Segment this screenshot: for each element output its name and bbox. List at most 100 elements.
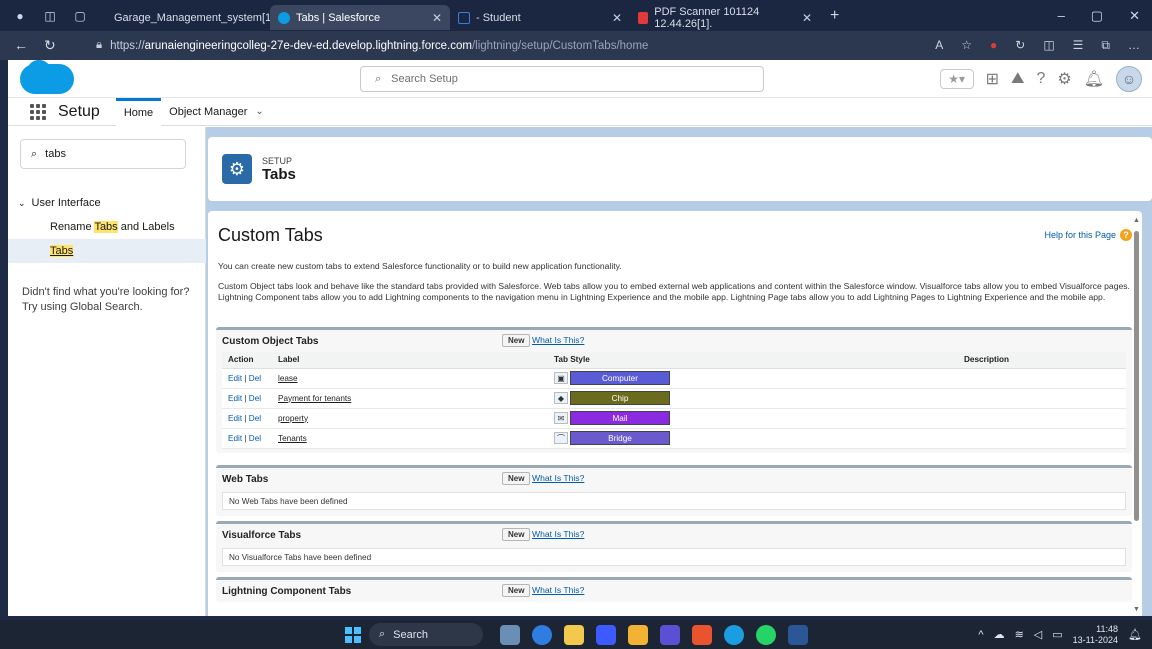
- custom-tabs-content: Custom Tabs Help for this Page ? You can…: [208, 211, 1142, 616]
- favorites-icon[interactable]: ☰: [1073, 38, 1084, 53]
- favorite-star-icon[interactable]: ☆: [961, 38, 972, 53]
- quick-find-input[interactable]: ⌕ tabs: [20, 139, 186, 169]
- battery-icon[interactable]: ▭: [1052, 628, 1062, 641]
- chevron-up-icon[interactable]: ^: [978, 629, 983, 641]
- gear-icon[interactable]: ⚙: [1057, 69, 1071, 89]
- minimize-icon[interactable]: –: [1058, 8, 1065, 24]
- tree-group-user-interface[interactable]: ⌄ User Interface: [8, 191, 206, 215]
- section-header: Visualforce Tabs New What Is This?: [216, 524, 1132, 546]
- what-is-this-link[interactable]: What Is This?: [532, 473, 584, 483]
- copilot-icon[interactable]: [532, 625, 552, 645]
- edit-link[interactable]: Edit: [228, 394, 242, 403]
- profile-icon[interactable]: ●: [12, 8, 28, 24]
- search-setup-input[interactable]: ⌕ Search Setup: [360, 66, 764, 92]
- custom-object-tabs-section: Custom Object Tabs New What Is This? Act…: [216, 327, 1132, 453]
- notification-bell-icon[interactable]: 🔔︎: [1128, 628, 1142, 641]
- edge-browser-icon[interactable]: [724, 625, 744, 645]
- favorites-star-button[interactable]: ★▾: [939, 69, 974, 89]
- avatar[interactable]: ☺: [1116, 66, 1142, 92]
- tab-label-link[interactable]: property: [278, 414, 308, 423]
- split-screen-icon[interactable]: ◫: [1043, 38, 1054, 53]
- settings-more-icon[interactable]: …: [1128, 38, 1140, 53]
- workspaces-icon[interactable]: ◫: [42, 8, 58, 24]
- context-nav: Setup Home Object Manager ⌄: [8, 97, 1152, 126]
- close-icon[interactable]: ✕: [802, 11, 812, 25]
- new-button[interactable]: New: [502, 472, 531, 485]
- tab-style: ◆ Chip: [554, 391, 958, 405]
- notification-bell-icon[interactable]: 🔔︎: [1084, 69, 1104, 89]
- cloud-icon[interactable]: ☁: [994, 628, 1005, 641]
- table-row: Edit | Del property ✉ Mail: [222, 408, 1126, 429]
- help-link-label: Help for this Page: [1044, 230, 1116, 240]
- what-is-this-link[interactable]: What Is This?: [532, 335, 584, 345]
- tab-label-link[interactable]: lease: [278, 374, 298, 383]
- delete-link[interactable]: Del: [249, 374, 261, 383]
- quick-find-value: tabs: [45, 148, 66, 160]
- new-button[interactable]: New: [502, 528, 531, 541]
- new-button[interactable]: New: [502, 334, 531, 347]
- read-aloud-icon[interactable]: A: [935, 38, 943, 53]
- delete-link[interactable]: Del: [249, 414, 261, 423]
- lock-icon: 🔒︎: [96, 39, 103, 51]
- what-is-this-link[interactable]: What Is This?: [532, 585, 584, 595]
- scroll-down-icon[interactable]: ▼: [1133, 606, 1140, 613]
- browser-tab-garage[interactable]: Garage_Management_system[1]. ✕: [100, 5, 293, 30]
- gear-icon: ⚙: [222, 154, 252, 184]
- help-link[interactable]: Help for this Page ?: [1044, 229, 1132, 241]
- close-icon[interactable]: ✕: [432, 11, 442, 25]
- chevron-down-icon[interactable]: ⌄: [255, 106, 263, 117]
- scrollbar-thumb[interactable]: [1134, 231, 1139, 521]
- global-search-hint[interactable]: Try using Global Search.: [22, 300, 198, 315]
- table-row: Edit | Del Payment for tenants ◆ Chip: [222, 388, 1126, 409]
- app-icon[interactable]: [596, 625, 616, 645]
- edit-link[interactable]: Edit: [228, 374, 242, 383]
- trailhead-icon[interactable]: ⛰: [1011, 70, 1024, 88]
- scroll-up-icon[interactable]: ▲: [1133, 217, 1140, 224]
- refresh-icon[interactable]: ↻: [44, 37, 56, 54]
- help-icon[interactable]: ?: [1036, 70, 1045, 88]
- tree-item-rename-tabs[interactable]: Rename Tabs and Labels: [8, 215, 206, 239]
- extension-icon[interactable]: ●: [990, 38, 997, 53]
- app-icon[interactable]: [660, 625, 680, 645]
- whatsapp-icon[interactable]: [756, 625, 776, 645]
- edit-link[interactable]: Edit: [228, 414, 242, 423]
- store-icon[interactable]: [564, 625, 584, 645]
- volume-icon[interactable]: ◁: [1034, 628, 1042, 641]
- browser-tab-student[interactable]: - Student ✕: [450, 5, 630, 30]
- app-launcher-icon[interactable]: [30, 103, 46, 120]
- delete-link[interactable]: Del: [249, 394, 261, 403]
- delete-link[interactable]: Del: [249, 434, 261, 443]
- app-icon[interactable]: [692, 625, 712, 645]
- word-icon[interactable]: [788, 625, 808, 645]
- close-window-icon[interactable]: ✕: [1129, 8, 1140, 24]
- back-icon[interactable]: ←: [14, 37, 28, 54]
- tab-label-link[interactable]: Payment for tenants: [278, 394, 351, 403]
- url-field[interactable]: 🔒︎ https:// arunaiengineeringcolleg-27e-…: [96, 35, 923, 57]
- tab-label-link[interactable]: Tenants: [278, 434, 307, 443]
- wifi-icon[interactable]: ≋: [1015, 628, 1024, 641]
- tab-home[interactable]: Home: [115, 97, 162, 126]
- vertical-scrollbar[interactable]: ▲ ▼: [1133, 217, 1140, 613]
- browser-tab-pdf[interactable]: PDF Scanner 101124 12.44.26[1]. ✕: [630, 5, 820, 30]
- tree-item-tabs[interactable]: Tabs: [8, 239, 206, 263]
- what-is-this-link[interactable]: What Is This?: [532, 529, 584, 539]
- windows-start-icon[interactable]: [345, 627, 361, 643]
- chevron-down-icon[interactable]: ⌄: [18, 198, 26, 209]
- edit-link[interactable]: Edit: [228, 434, 242, 443]
- taskbar-search[interactable]: ⌕ Search: [369, 623, 483, 646]
- collections-icon[interactable]: ⧉: [1101, 38, 1110, 53]
- salesforce-logo[interactable]: [20, 60, 74, 94]
- add-icon[interactable]: ⊞: [986, 69, 999, 89]
- file-explorer-icon[interactable]: [628, 625, 648, 645]
- close-icon[interactable]: ✕: [612, 11, 622, 25]
- tab-object-manager[interactable]: Object Manager ⌄: [161, 98, 272, 126]
- maximize-icon[interactable]: ▢: [1091, 8, 1103, 24]
- tab-actions-icon[interactable]: ▢: [72, 8, 88, 24]
- custom-object-tabs-table: Action Label Tab Style Description Edit …: [222, 352, 1126, 449]
- widget-app-icon[interactable]: [500, 625, 520, 645]
- browser-tab-salesforce[interactable]: Tabs | Salesforce ✕: [270, 5, 450, 30]
- clock[interactable]: 11:48 13-11-2024: [1073, 624, 1118, 646]
- new-tab-button[interactable]: +: [830, 7, 839, 25]
- refresh-extension-icon[interactable]: ↻: [1015, 38, 1025, 53]
- new-button[interactable]: New: [502, 584, 531, 597]
